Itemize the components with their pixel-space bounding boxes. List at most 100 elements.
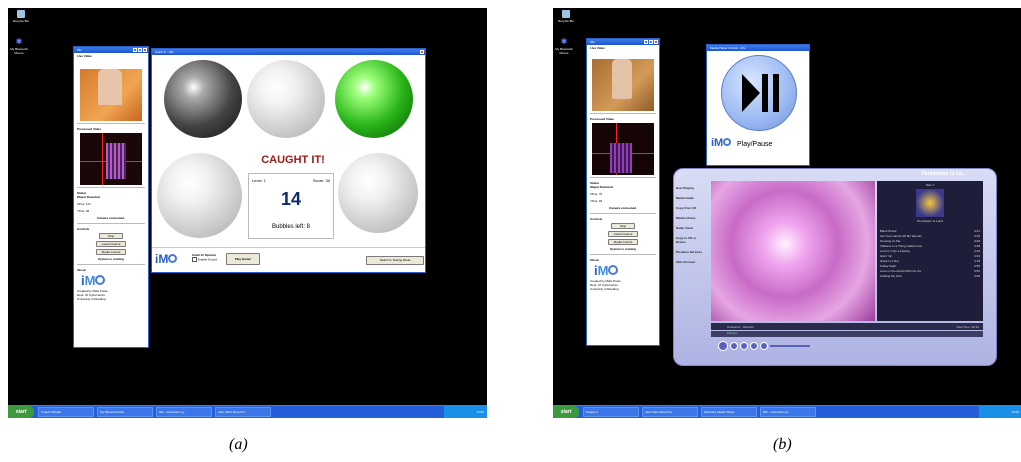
media-control-button[interactable]: Media Control xyxy=(608,239,638,245)
bluetooth-mouse-icon[interactable]: ✱ My Bluetooth Mouse xyxy=(554,38,574,56)
wmp-nav-item[interactable]: Copy to CD or Device xyxy=(676,236,706,244)
task-button[interactable]: My Bluetooth Mou xyxy=(97,407,153,417)
start-button-b[interactable]: start xyxy=(553,406,579,418)
camera-status: Camera connected. xyxy=(97,216,125,220)
previous-icon[interactable] xyxy=(740,342,748,350)
start-button-a[interactable]: start xyxy=(8,406,34,418)
total-time: Total Time: 39:10 xyxy=(956,324,979,329)
track-row[interactable]: Love Is Only a Feeling 4:20 xyxy=(880,249,980,253)
about-university: University of Reading xyxy=(77,297,106,301)
launch-game-button[interactable]: Launch Game xyxy=(608,231,638,237)
live-video-heading: Live Video xyxy=(77,54,92,58)
task-button[interactable]: Project 2 xyxy=(583,407,639,417)
bubble-3[interactable] xyxy=(335,60,413,138)
track-row[interactable]: Stuck in a Rut 3:18 xyxy=(880,259,980,263)
track-row[interactable]: Givin' Up 3:34 xyxy=(880,254,980,258)
wmp-nav-item[interactable]: Radio Tuner xyxy=(676,226,706,230)
track-row[interactable]: Black Shuck 3:21 xyxy=(880,229,980,233)
system-tray-b: 12:00 xyxy=(979,406,1021,418)
enable-sound-label: Enable Sound xyxy=(197,257,217,262)
live-video-feed xyxy=(592,59,654,111)
imo-control-panel-b: iMo Live Video Processed Video Status Ob… xyxy=(586,38,660,346)
maximize-button[interactable] xyxy=(138,48,142,52)
transport-controls xyxy=(718,341,810,351)
close-button[interactable] xyxy=(654,40,658,44)
visualization-name: Ambience : Random xyxy=(727,324,755,329)
screen-b: Recycle Bin ✱ My Bluetooth Mouse iMo Liv… xyxy=(553,8,1021,418)
wmp-nav-item[interactable]: Premium Services xyxy=(676,250,706,254)
processed-video-feed xyxy=(592,123,654,175)
track-time: 3:38 xyxy=(974,244,980,248)
track-row[interactable]: Holding My Own 4:58 xyxy=(880,274,980,278)
disc-label: Disc 1 xyxy=(925,183,935,187)
switch-testing-mode-button[interactable]: Switch to Testing Mode xyxy=(366,256,424,265)
pause-button[interactable] xyxy=(718,341,728,351)
wmp-nav-item[interactable]: Copy from CD xyxy=(676,206,706,210)
object-detected-text: Object Detected xyxy=(590,185,613,189)
minimize-button[interactable] xyxy=(133,48,137,52)
next-icon[interactable] xyxy=(750,342,758,350)
hand-image xyxy=(98,69,122,105)
play-pause-icon xyxy=(742,74,779,112)
about-heading: About xyxy=(77,268,86,272)
task-button[interactable]: Jasc Paint Shop Pro xyxy=(642,407,698,417)
processed-video-feed xyxy=(80,133,142,185)
wmp-title: Permission to La... xyxy=(921,171,966,177)
task-button[interactable]: iMo - Interaction sy xyxy=(156,407,212,417)
track-time: 4:20 xyxy=(974,249,980,253)
track-row[interactable]: Friday Night 2:55 xyxy=(880,264,980,268)
processed-hand xyxy=(610,143,632,173)
launch-game-button[interactable]: Launch Game xyxy=(96,241,126,247)
game-close-button[interactable] xyxy=(420,50,424,54)
ypos-label: YPos: xyxy=(77,209,86,213)
volume-slider[interactable] xyxy=(770,345,810,347)
track-name: Love Is Only a Feeling xyxy=(880,249,910,253)
ypos-value: 93 xyxy=(598,199,603,203)
track-row[interactable]: Growing on Me 3:28 xyxy=(880,239,980,243)
bubble-4[interactable] xyxy=(157,153,242,238)
stop-button[interactable]: Stop xyxy=(99,233,123,239)
enable-sound-checkbox[interactable] xyxy=(192,257,197,262)
live-video-feed xyxy=(80,69,142,121)
maximize-button[interactable] xyxy=(649,40,653,44)
track-name: Holding My Own xyxy=(880,274,903,278)
play-pause-button[interactable] xyxy=(721,55,797,131)
task-button[interactable]: iMo - Interaction sy xyxy=(760,407,816,417)
score-box: Level: 1 Score: 30 14 Bubbles left: 8 xyxy=(248,173,334,239)
recycle-bin-icon[interactable]: Recycle Bin xyxy=(11,10,31,23)
taskbar-a: start Project Diff-Edi My Bluetooth Mou … xyxy=(8,405,487,418)
task-button[interactable]: Windows Media Player xyxy=(701,407,757,417)
controls-heading: Controls xyxy=(77,227,90,231)
close-button[interactable] xyxy=(143,48,147,52)
play-game-button[interactable]: Play Game! xyxy=(226,253,260,265)
task-button[interactable]: Project Diff-Edi xyxy=(38,407,94,417)
wmp-nav-item[interactable]: Media Guide xyxy=(676,196,706,200)
recycle-bin-icon[interactable]: Recycle Bin xyxy=(556,10,576,23)
media-imo-logo: iM xyxy=(711,137,732,149)
track-row[interactable]: I Believe in a Thing Called Love 3:38 xyxy=(880,244,980,248)
stop-button[interactable]: Stop xyxy=(611,223,635,229)
xpos-label: XPos: xyxy=(590,192,599,196)
bubble-5[interactable] xyxy=(338,153,418,233)
task-button[interactable]: Jasc Paint Shop Pro xyxy=(215,407,271,417)
stop-icon[interactable] xyxy=(730,342,738,350)
wmp-nav-item[interactable]: Skin Chooser xyxy=(676,260,706,264)
bubbles-left-text: Bubbles left: 8 xyxy=(271,224,311,230)
wmp-nav-item[interactable]: Media Library xyxy=(676,216,706,220)
panel-title: iMo xyxy=(77,48,82,52)
minimize-button[interactable] xyxy=(644,40,648,44)
track-row[interactable]: Get Your Hands Off My Woman 2:46 xyxy=(880,234,980,238)
wmp-nav-item[interactable]: Now Playing xyxy=(676,186,706,190)
track-row[interactable]: Love on the Rocks With No Ice 5:56 xyxy=(880,269,980,273)
xpos-value: 76 xyxy=(598,192,603,196)
media-control-button[interactable]: Media Control xyxy=(96,249,126,255)
xpos-value: 127 xyxy=(85,202,91,206)
bluetooth-mouse-icon[interactable]: ✱ My Bluetooth Mouse xyxy=(9,38,29,56)
countdown-number: 14 xyxy=(280,189,302,209)
bluetooth-mouse-label: My Bluetooth Mouse xyxy=(555,47,573,55)
live-video-heading: Live Video xyxy=(590,46,605,50)
bubble-2[interactable] xyxy=(247,60,325,138)
track-name: Love on the Rocks With No Ice xyxy=(880,269,922,273)
bubble-1[interactable] xyxy=(164,60,242,138)
mute-icon[interactable] xyxy=(760,342,768,350)
